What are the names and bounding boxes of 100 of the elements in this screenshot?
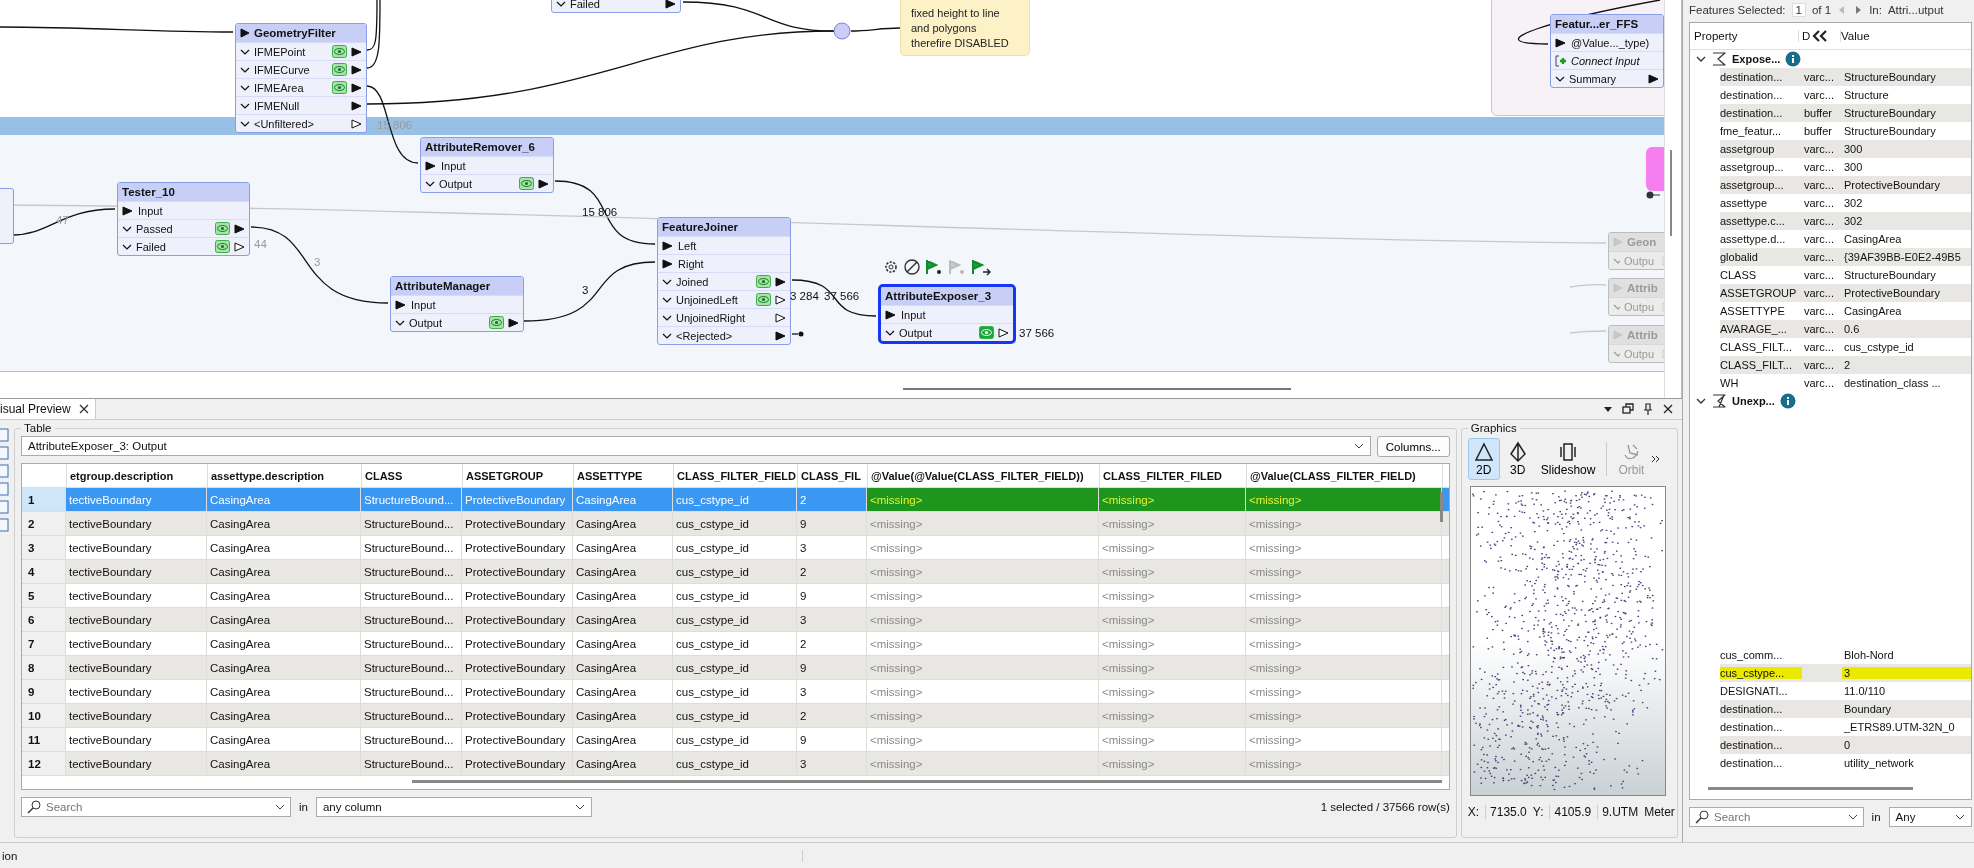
transformer-node[interactable]: AttributeManager Input Output bbox=[390, 276, 524, 332]
view-mode-button[interactable]: Slideshow bbox=[1535, 438, 1601, 480]
input-port-icon[interactable] bbox=[240, 28, 250, 38]
search-field[interactable]: Search bbox=[21, 797, 291, 817]
chevron-icon[interactable] bbox=[275, 803, 285, 811]
chevron-icon[interactable] bbox=[425, 179, 435, 188]
row-number[interactable]: 7 bbox=[22, 632, 66, 655]
output-port-icon[interactable] bbox=[775, 330, 787, 341]
columns-button[interactable]: Columns... bbox=[1376, 436, 1450, 457]
output-port-icon[interactable] bbox=[775, 294, 787, 305]
view-mode-button[interactable]: 2D bbox=[1467, 438, 1500, 480]
scope-dropdown[interactable]: Any bbox=[1888, 807, 1972, 827]
panel-tab[interactable]: isual Preview bbox=[0, 399, 96, 419]
output-port-icon[interactable] bbox=[234, 241, 246, 252]
output-port-icon[interactable] bbox=[351, 82, 363, 93]
chevron-icon[interactable] bbox=[556, 0, 566, 8]
restore-icon[interactable] bbox=[1622, 403, 1634, 415]
transformer-node[interactable]: Tester_10 Input Passed Failed bbox=[117, 182, 250, 256]
sticky-note[interactable]: fixed height to line and polygons therefire DISABLED bbox=[900, 0, 1030, 56]
close-icon[interactable] bbox=[1662, 403, 1674, 415]
chevron-icon[interactable] bbox=[1696, 397, 1706, 405]
output-port-icon[interactable] bbox=[234, 223, 246, 234]
chevron-icon[interactable] bbox=[574, 803, 585, 811]
output-port-icon[interactable] bbox=[538, 178, 550, 189]
point-cloud-drawing[interactable] bbox=[1469, 486, 1666, 796]
transformer-node[interactable]: GeometryFilter IFMEPoint IFMECurve IFMEArea IFMENull <Unfiltered> bbox=[235, 23, 367, 133]
more-icon[interactable] bbox=[1651, 454, 1662, 464]
pin-icon[interactable] bbox=[1642, 403, 1654, 415]
row-number[interactable]: 8 bbox=[22, 656, 66, 679]
output-port-icon[interactable] bbox=[775, 276, 787, 287]
run-flag-icon[interactable] bbox=[924, 258, 944, 276]
close-icon[interactable] bbox=[78, 404, 89, 414]
transformer-node[interactable]: Failed bbox=[551, 0, 681, 13]
input-port-icon[interactable] bbox=[662, 258, 674, 269]
junction-node[interactable] bbox=[833, 22, 851, 40]
input-port-icon[interactable] bbox=[395, 299, 407, 310]
row-number[interactable]: 1 bbox=[22, 488, 66, 511]
transformer-node[interactable]: AttributeExposer_3 Input Output bbox=[878, 284, 1016, 344]
input-port-icon[interactable] bbox=[662, 240, 674, 251]
chevron-icon[interactable] bbox=[1555, 74, 1565, 83]
chevron-icon[interactable] bbox=[1955, 813, 1965, 821]
input-port-icon[interactable] bbox=[122, 205, 134, 216]
add-port-icon[interactable] bbox=[1555, 54, 1567, 67]
group-label[interactable]: Unexp... bbox=[1732, 395, 1775, 407]
gear-icon[interactable] bbox=[882, 258, 900, 276]
column-header[interactable]: @Value(CLASS_FILTER_FIELD) bbox=[1247, 464, 1443, 487]
row-number[interactable]: 6 bbox=[22, 608, 66, 631]
column-header[interactable]: ASSETGROUP bbox=[463, 464, 574, 487]
search-field[interactable]: Search bbox=[1689, 807, 1864, 827]
chevron-icon[interactable] bbox=[885, 328, 895, 337]
scrollbar-thumb[interactable] bbox=[903, 388, 1291, 390]
chevron-icon[interactable] bbox=[1696, 55, 1706, 63]
column-header[interactable]: assettype.description bbox=[208, 464, 362, 487]
row-number[interactable]: 10 bbox=[22, 704, 66, 727]
column-header[interactable]: D bbox=[1802, 30, 1811, 42]
scrollbar-thumb[interactable] bbox=[1708, 787, 1913, 790]
collapse-icon[interactable] bbox=[1812, 30, 1829, 42]
column-header[interactable]: CLASS_FIL bbox=[798, 464, 868, 487]
output-port-icon[interactable] bbox=[508, 317, 520, 328]
prohibit-icon[interactable] bbox=[903, 258, 921, 276]
input-port-icon[interactable] bbox=[1555, 37, 1567, 48]
transformer-node[interactable]: AttributeRemover_6 Input Output bbox=[420, 137, 554, 193]
output-port-icon[interactable] bbox=[351, 46, 363, 57]
source-dropdown[interactable]: AttributeExposer_3: Output bbox=[21, 436, 1371, 456]
output-port-icon[interactable] bbox=[665, 0, 677, 9]
row-number[interactable]: 12 bbox=[22, 752, 66, 775]
column-header[interactable]: ASSETTYPE bbox=[574, 464, 674, 487]
column-header[interactable]: CLASS bbox=[362, 464, 463, 487]
transformer-node[interactable]: FeatureJoiner Left Right Joined UnjoinedLeft UnjoinedRight <Rejected> bbox=[657, 217, 791, 345]
output-port-icon[interactable] bbox=[351, 118, 363, 129]
chevron-icon[interactable] bbox=[1353, 442, 1364, 450]
row-number[interactable]: 3 bbox=[22, 536, 66, 559]
chevron-icon[interactable] bbox=[395, 318, 405, 327]
scrollbar-thumb[interactable] bbox=[412, 780, 1442, 783]
group-label[interactable]: Expose... bbox=[1732, 53, 1781, 65]
view-mode-button[interactable]: 3D bbox=[1501, 438, 1534, 480]
output-port-icon[interactable] bbox=[351, 100, 363, 111]
port-label[interactable]: Connect Input bbox=[1571, 54, 1640, 67]
output-port-icon[interactable] bbox=[775, 312, 787, 323]
input-port-icon[interactable] bbox=[885, 309, 897, 320]
column-header[interactable]: Value bbox=[1841, 30, 1870, 42]
column-header[interactable]: CLASS_FILTER_FIELD bbox=[674, 464, 798, 487]
scrollbar-thumb[interactable] bbox=[1670, 150, 1672, 236]
column-header[interactable]: @Value(@Value(CLASS_FILTER_FIELD)) bbox=[868, 464, 1100, 487]
row-number[interactable]: 5 bbox=[22, 584, 66, 607]
row-number[interactable]: 2 bbox=[22, 512, 66, 535]
column-dropdown[interactable]: any column bbox=[315, 797, 592, 817]
input-port-icon[interactable] bbox=[425, 160, 437, 171]
column-header[interactable]: Property bbox=[1690, 30, 1799, 42]
info-icon[interactable] bbox=[1785, 51, 1802, 67]
run-flag-icon[interactable] bbox=[970, 258, 992, 276]
feature-index-field[interactable]: 1 bbox=[1791, 3, 1806, 17]
row-number[interactable]: 4 bbox=[22, 560, 66, 583]
row-number[interactable]: 9 bbox=[22, 680, 66, 703]
output-port-icon[interactable] bbox=[1648, 73, 1660, 84]
transformer-node[interactable]: Featur...er_FFS @Value..._type) Connect Input Summary bbox=[1550, 14, 1664, 88]
row-number[interactable]: 11 bbox=[22, 728, 66, 751]
scrollbar-thumb[interactable] bbox=[1439, 492, 1443, 522]
output-port-icon[interactable] bbox=[998, 327, 1010, 338]
info-icon[interactable] bbox=[1779, 393, 1796, 409]
